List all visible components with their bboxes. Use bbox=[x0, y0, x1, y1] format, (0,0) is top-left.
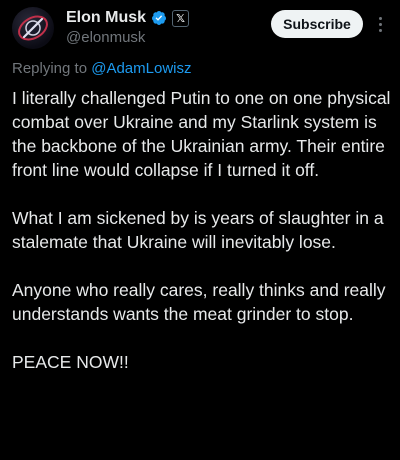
author-name[interactable]: Elon Musk bbox=[66, 9, 146, 27]
author-name-row: Elon Musk 𝕏 bbox=[66, 7, 190, 29]
post-paragraph: PEACE NOW!! bbox=[12, 352, 129, 372]
avatar-image bbox=[18, 15, 48, 41]
post-header: Elon Musk 𝕏 @elonmusk Subscribe bbox=[0, 0, 400, 56]
post-paragraph: What I am sickened by is years of slaugh… bbox=[12, 208, 384, 252]
post-paragraph: I literally challenged Putin to one on o… bbox=[12, 88, 391, 180]
post-paragraph: Anyone who really cares, really thinks a… bbox=[12, 280, 386, 324]
subscribe-button[interactable]: Subscribe bbox=[271, 10, 363, 38]
reply-mention-link[interactable]: @AdamLowisz bbox=[91, 60, 191, 77]
replying-to-prefix: Replying to bbox=[12, 60, 92, 77]
avatar[interactable] bbox=[12, 7, 54, 49]
post-text: I literally challenged Putin to one on o… bbox=[12, 86, 392, 398]
replying-to: Replying to @AdamLowisz bbox=[12, 60, 191, 77]
x-logo-icon: 𝕏 bbox=[172, 9, 190, 27]
more-vertical-icon[interactable] bbox=[373, 10, 387, 38]
verified-badge-icon bbox=[152, 11, 167, 25]
author-handle[interactable]: @elonmusk bbox=[66, 29, 145, 46]
